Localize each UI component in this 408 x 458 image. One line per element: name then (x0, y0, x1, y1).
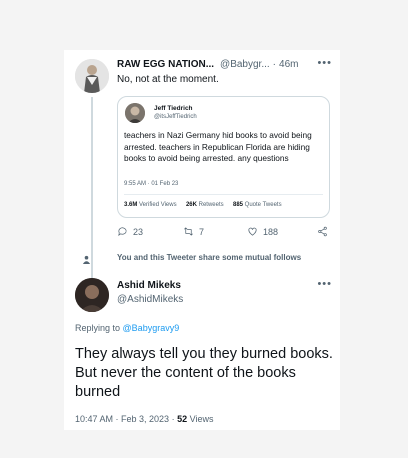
tweet-text: No, not at the moment. (117, 74, 219, 85)
mention-link[interactable]: @Babygravy9 (123, 323, 180, 333)
quotes-label: Quote Tweets (244, 202, 282, 208)
retweet-icon (184, 227, 193, 236)
quoted-tweet-text: teachers in Nazi Germany hid books to av… (124, 130, 312, 164)
views-count: 3.6M (124, 202, 138, 208)
share-button[interactable] (317, 226, 328, 237)
views-count: 52 (177, 414, 188, 424)
quoted-stats: 3.6M Verified Views 26K Retweets 885 Quo… (124, 202, 282, 208)
timestamp[interactable]: 46m (279, 59, 298, 70)
views-label: Views (189, 414, 214, 424)
share-icon (318, 226, 327, 237)
retweets-label: Retweets (198, 202, 224, 208)
reply-icon (118, 227, 127, 237)
display-name[interactable]: Ashid Mikeks (117, 280, 181, 291)
quoted-display-name: Jeff Tiedrich (154, 105, 193, 112)
reply-count: 23 (133, 226, 144, 237)
tweet-card: RAW EGG NATION... @Babygr... · 46m ••• N… (64, 50, 340, 430)
retweets-count: 26K (185, 202, 197, 208)
avatar[interactable] (75, 278, 109, 312)
replying-to-label: Replying to (75, 323, 121, 333)
person-icon (82, 255, 91, 264)
avatar-image (75, 278, 109, 312)
retweet-button[interactable]: 7 (183, 226, 204, 237)
replying-to: Replying to @Babygravy9 (75, 323, 179, 333)
quotes-count: 885 (232, 202, 243, 208)
separator: · (272, 59, 277, 70)
username[interactable]: @Babygr... (220, 59, 270, 70)
divider (124, 194, 323, 195)
quoted-tweet[interactable]: Jeff Tiedrich @itsJeffTiedrich teachers … (117, 96, 330, 218)
action-bar: 23 7 188 (117, 226, 330, 240)
quoted-username: @itsJeffTiedrich (154, 114, 197, 120)
quoted-avatar (125, 103, 145, 123)
like-icon (248, 227, 257, 236)
retweet-count: 7 (199, 226, 205, 237)
tweet-text: They always tell you they burned books. … (75, 346, 333, 400)
like-button[interactable]: 188 (247, 226, 278, 237)
views-label: Verified Views (139, 202, 177, 208)
more-horizontal-icon[interactable]: ••• (317, 57, 332, 69)
quoted-avatar-image (125, 103, 145, 123)
avatar-image (75, 59, 109, 93)
username[interactable]: @AshidMikeks (117, 294, 183, 305)
display-name[interactable]: RAW EGG NATION... (117, 59, 214, 70)
tweet-metadata: 10:47 AM · Feb 3, 2023 · 52 Views (75, 414, 213, 424)
more-horizontal-icon[interactable]: ••• (317, 278, 332, 290)
avatar[interactable] (75, 59, 109, 93)
like-count: 188 (263, 226, 279, 237)
timestamp[interactable]: 10:47 AM · Feb 3, 2023 (75, 414, 169, 424)
mutual-follows-notice: You and this Tweeter share some mutual f… (117, 253, 302, 262)
tweet-header: RAW EGG NATION... @Babygr... · 46m (117, 59, 335, 70)
separator: · (171, 414, 175, 424)
thread-line (91, 97, 93, 283)
reply-button[interactable]: 23 (117, 226, 143, 237)
quoted-timestamp: 9:55 AM · 01 Feb 23 (124, 181, 179, 187)
